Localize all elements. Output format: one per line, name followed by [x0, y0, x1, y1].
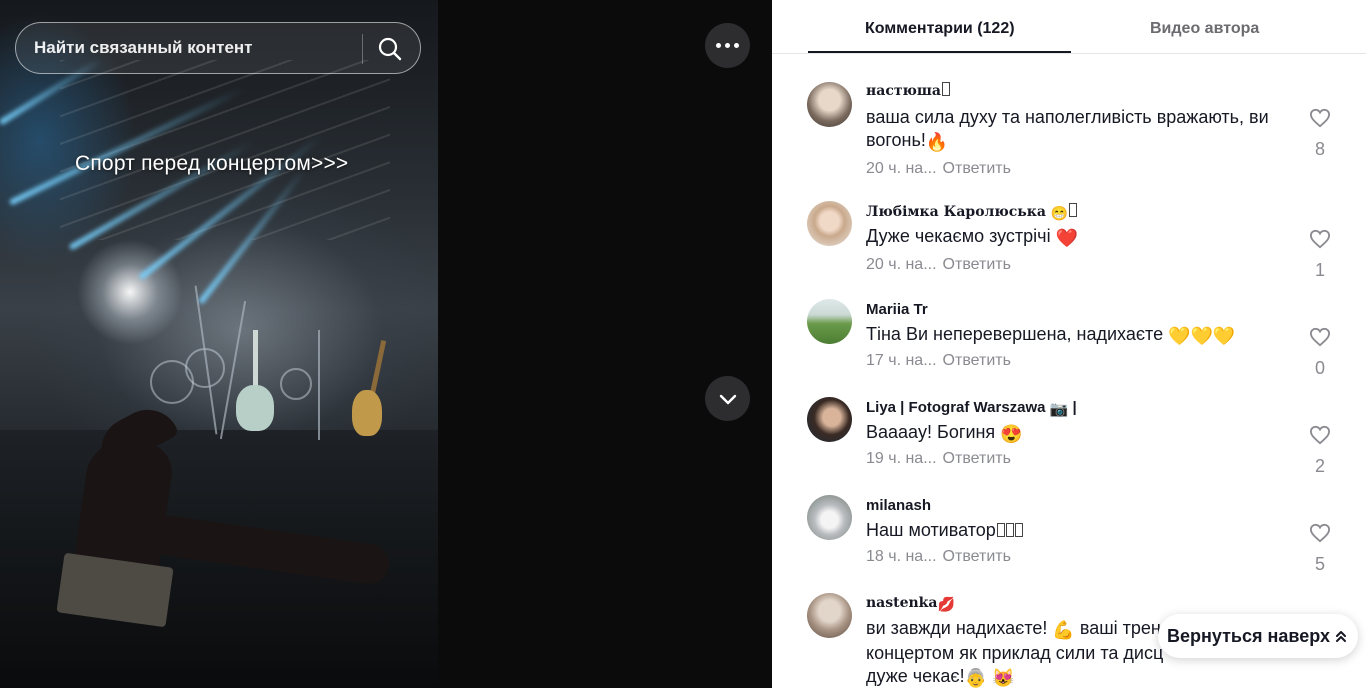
comment-meta: 17 ч. на... Ответить	[866, 352, 1011, 370]
yellow-heart-emoji: 💛💛💛	[1168, 326, 1236, 346]
heart-icon	[1309, 229, 1331, 249]
missing-glyph	[1005, 523, 1014, 537]
more-options-button[interactable]	[705, 23, 750, 68]
more-options-icon	[716, 43, 721, 48]
drum	[280, 368, 312, 400]
double-chevron-up-icon	[1336, 631, 1346, 642]
avatar[interactable]	[807, 299, 852, 344]
comment-username[interactable]: Любімка Каролюська 😁	[866, 203, 1078, 222]
search-button[interactable]	[374, 33, 406, 65]
like-count: 1	[1314, 260, 1325, 280]
flexed-biceps-emoji: 💪	[1052, 620, 1075, 640]
like-button[interactable]: 8	[1307, 108, 1333, 160]
heart-icon	[1309, 327, 1331, 347]
avatar[interactable]	[807, 495, 852, 540]
guitar-neck	[253, 330, 258, 390]
like-count: 8	[1314, 139, 1325, 159]
acoustic-guitar	[352, 390, 382, 436]
video-player[interactable]: Спорт перед концертом>>> Найти связанный…	[0, 0, 772, 688]
avatar[interactable]	[807, 593, 852, 638]
comment-meta: 20 ч. на... Ответить	[866, 256, 1011, 274]
chevron-down-icon	[719, 394, 736, 404]
heart-eyes-cat-emoji: 😻	[992, 668, 1015, 688]
fire-emoji: 🔥	[925, 132, 949, 152]
next-video-button[interactable]	[705, 376, 750, 421]
heart-icon	[1309, 425, 1331, 445]
search-icon	[378, 37, 402, 61]
search-input[interactable]: Найти связанный контент	[34, 38, 253, 58]
comment-time: 20 ч. на...	[866, 160, 937, 177]
video-frame[interactable]: Спорт перед концертом>>> Найти связанный…	[0, 0, 438, 688]
back-to-top-button[interactable]: Вернуться наверх	[1158, 614, 1358, 658]
tab-comments[interactable]: Комментарии (122)	[865, 20, 1015, 38]
reply-button[interactable]: Ответить	[943, 160, 1011, 177]
camera-emoji: 📷	[1049, 401, 1069, 418]
comment-meta: 18 ч. на... Ответить	[866, 548, 1011, 566]
comment-username[interactable]: nastenka💋	[866, 595, 955, 613]
comment-text: Дуже чекаємо зустрічі ❤️	[866, 226, 1078, 248]
back-to-top-label: Вернуться наверх	[1167, 626, 1330, 646]
comment-text: ви завжди надихаєте! 💪 ваші трен концерт…	[866, 618, 1164, 688]
like-button[interactable]: 0	[1307, 327, 1333, 379]
grinning-emoji: 😁	[1050, 206, 1069, 222]
red-heart-emoji: ❤️	[1055, 228, 1078, 248]
heart-icon	[1309, 108, 1331, 128]
comment-username[interactable]: Liya | Fotograf Warszawa 📷 |	[866, 399, 1077, 418]
comment-text: ваша сила духу та наполегливість вражают…	[866, 107, 1269, 152]
tab-creator-videos[interactable]: Видео автора	[1150, 20, 1259, 38]
comment-text: Вааааy! Богиня 😍	[866, 422, 1023, 444]
like-button[interactable]: 2	[1307, 425, 1333, 477]
comment-time: 17 ч. на...	[866, 352, 937, 369]
comment-text: Наш мотиватор	[866, 519, 1276, 542]
active-tab-indicator	[808, 51, 1071, 53]
reply-button[interactable]: Ответить	[943, 352, 1011, 369]
reply-button[interactable]: Ответить	[943, 548, 1011, 565]
comments-panel: Комментарии (122) Видео автора настюша в…	[772, 0, 1366, 688]
panel-tabs: Комментарии (122) Видео автора	[772, 0, 1366, 54]
like-button[interactable]: 1	[1307, 229, 1333, 281]
missing-glyph	[1069, 203, 1078, 217]
mic-stand	[318, 330, 320, 440]
avatar[interactable]	[807, 397, 852, 442]
more-options-icon	[725, 43, 730, 48]
reply-button[interactable]: Ответить	[943, 450, 1011, 467]
like-count: 0	[1314, 358, 1325, 378]
electric-guitar	[236, 385, 274, 431]
comment-username[interactable]: Mariia Tr	[866, 301, 928, 318]
like-count: 2	[1314, 456, 1325, 476]
like-count: 5	[1314, 554, 1325, 574]
reply-button[interactable]: Ответить	[943, 256, 1011, 273]
missing-glyph	[942, 82, 950, 96]
kiss-lips-emoji: 💋	[937, 597, 955, 613]
like-button[interactable]: 5	[1307, 523, 1333, 575]
comment-time: 18 ч. на...	[866, 548, 937, 565]
related-content-search[interactable]: Найти связанный контент	[15, 22, 421, 74]
comment-time: 20 ч. на...	[866, 256, 937, 273]
comment-time: 19 ч. на...	[866, 450, 937, 467]
older-woman-emoji: 👵	[964, 668, 988, 688]
video-caption: Спорт перед концертом>>>	[75, 152, 349, 175]
avatar[interactable]	[807, 201, 852, 246]
heart-eyes-emoji: 😍	[1000, 424, 1023, 444]
comment-meta: 20 ч. на... Ответить	[866, 160, 1011, 178]
avatar[interactable]	[807, 82, 852, 127]
comment-meta: 19 ч. на... Ответить	[866, 450, 1011, 468]
comment-text: Тіна Ви неперевершена, надихаєте 💛💛💛	[866, 324, 1236, 346]
heart-icon	[1309, 523, 1331, 543]
comment-username[interactable]: milanash	[866, 497, 931, 514]
comment-username[interactable]: настюша	[866, 82, 950, 99]
more-options-icon	[734, 43, 739, 48]
missing-glyph	[996, 523, 1005, 537]
search-divider	[362, 34, 363, 64]
missing-glyph	[1014, 523, 1023, 537]
